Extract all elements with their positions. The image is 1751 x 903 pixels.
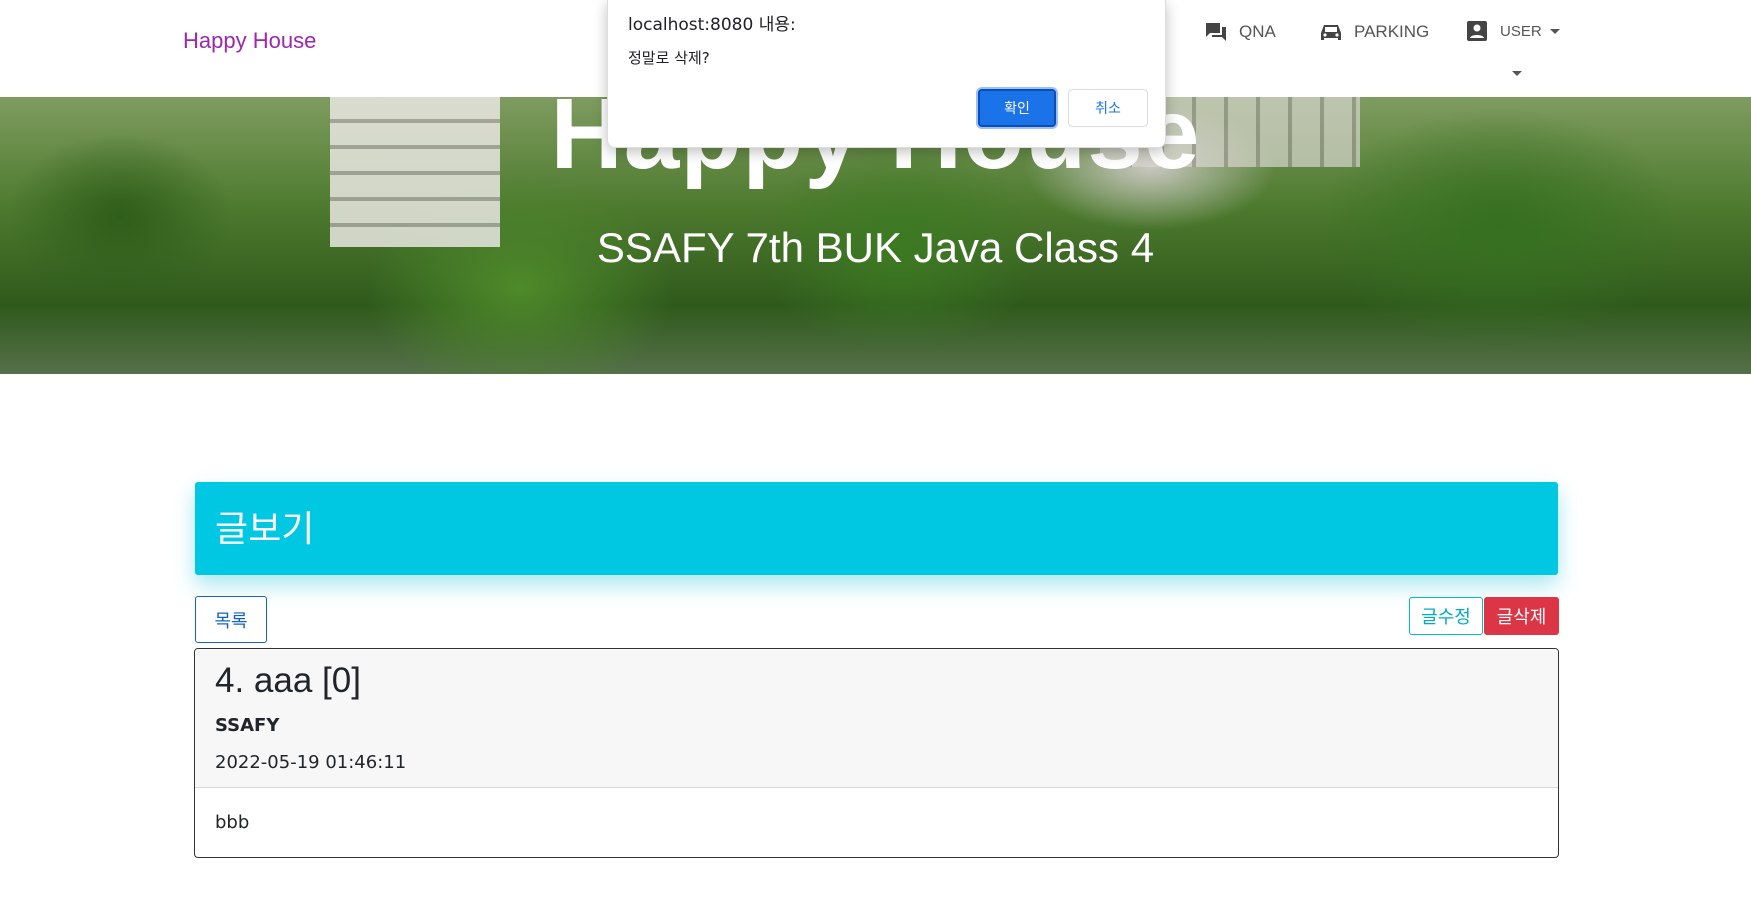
card-header: 글보기 xyxy=(195,482,1558,575)
article-content: bbb xyxy=(215,812,250,833)
article-header: 4. aaa [0] SSAFY 2022-05-19 01:46:11 xyxy=(195,649,1558,788)
nav-item-label: QNA xyxy=(1239,22,1276,41)
delete-button[interactable]: 글삭제 xyxy=(1484,597,1559,635)
nav-item-label: USER xyxy=(1500,22,1542,40)
page-title: 글보기 xyxy=(215,509,315,550)
edit-button[interactable]: 글수정 xyxy=(1409,597,1483,635)
article-date: 2022-05-19 01:46:11 xyxy=(215,752,407,773)
chevron-down-icon[interactable] xyxy=(1512,71,1522,76)
hero-subtitle: SSAFY 7th BUK Java Class 4 xyxy=(596,224,1155,271)
article-card: 4. aaa [0] SSAFY 2022-05-19 01:46:11 bbb xyxy=(194,648,1559,858)
nav-item-parking[interactable]: PARKING xyxy=(1320,22,1429,42)
brand-link[interactable]: Happy House xyxy=(183,28,316,54)
nav-item-user-dropdown[interactable]: USER xyxy=(1466,20,1560,42)
list-button[interactable]: 목록 xyxy=(195,596,267,643)
dialog-message: 정말로 삭제? xyxy=(628,49,710,67)
car-icon xyxy=(1320,22,1342,42)
article-title: 4. aaa [0] xyxy=(215,661,361,700)
cancel-button[interactable]: 취소 xyxy=(1068,89,1148,127)
forum-icon xyxy=(1205,22,1227,42)
chevron-down-icon xyxy=(1549,28,1560,34)
nav-item-qna[interactable]: QNA xyxy=(1205,22,1276,42)
article-author: SSAFY xyxy=(215,715,280,736)
dialog-title: localhost:8080 내용: xyxy=(628,15,796,35)
confirm-dialog: localhost:8080 내용: 정말로 삭제? 확인 취소 xyxy=(607,0,1166,148)
confirm-button[interactable]: 확인 xyxy=(978,89,1056,127)
nav-item-label: PARKING xyxy=(1354,22,1430,41)
account-box-icon xyxy=(1466,20,1488,42)
